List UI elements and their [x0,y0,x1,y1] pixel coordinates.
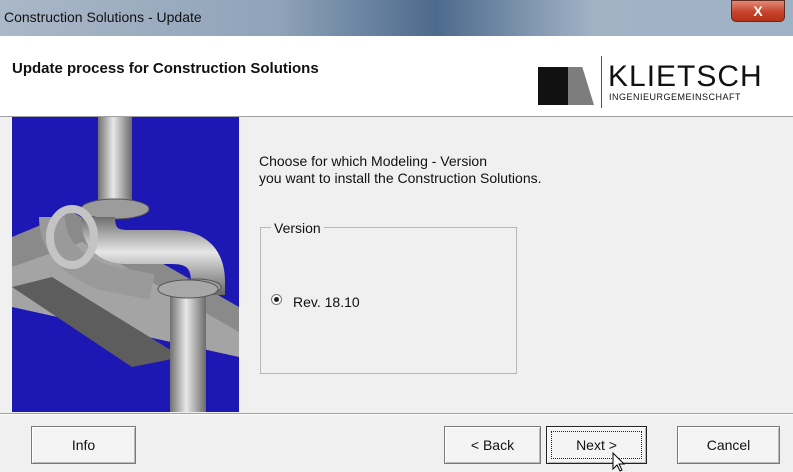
next-button[interactable]: Next > [546,426,647,464]
window-title: Construction Solutions - Update [4,9,202,25]
logo-name: KLIETSCH [608,60,763,93]
cancel-button[interactable]: Cancel [677,426,780,464]
page-title: Update process for Construction Solution… [12,60,319,77]
mouse-pointer-icon [612,452,626,472]
instruction-line-2: you want to install the Construction Sol… [259,170,542,186]
title-bar[interactable]: Construction Solutions - Update X [0,0,793,36]
version-radio-label[interactable]: Rev. 18.10 [293,294,360,310]
logo-subtitle: INGENIEURGEMEINSCHAFT [609,92,742,102]
version-group-label: Version [271,220,324,236]
instruction-text: Choose for which Modeling - Version you … [259,153,542,187]
pipe-illustration-graphic [12,117,239,412]
logo-divider [601,56,602,108]
instruction-line-1: Choose for which Modeling - Version [259,153,488,169]
version-radio[interactable] [271,294,282,305]
company-logo: KLIETSCH INGENIEURGEMEINSCHAFT [538,50,793,110]
back-button[interactable]: < Back [444,426,541,464]
logo-mark-dark [538,67,568,105]
focus-rectangle [551,431,642,459]
footer-divider [0,413,793,415]
info-button[interactable]: Info [31,426,136,464]
logo-mark-grey [568,67,594,105]
header-panel: Update process for Construction Solution… [0,36,793,117]
close-button[interactable]: X [731,0,785,22]
pipe-illustration [12,117,239,412]
radio-selected-dot [274,297,279,302]
